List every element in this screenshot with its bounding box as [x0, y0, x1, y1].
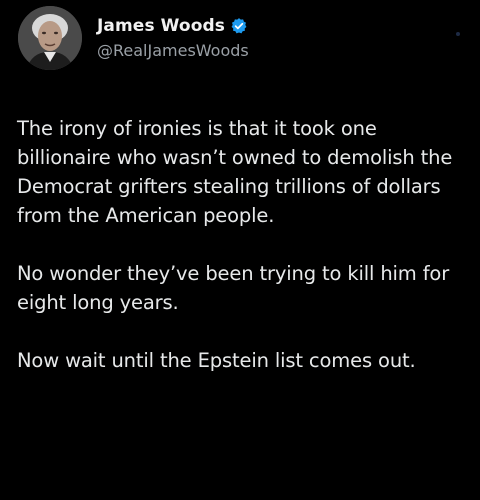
handle[interactable]: @RealJamesWoods [97, 41, 249, 60]
author-names: James Woods @RealJamesWoods [97, 13, 249, 60]
display-name[interactable]: James Woods [97, 16, 225, 36]
tweet-text: The irony of ironies is that it took one… [17, 114, 472, 375]
menu-dot-icon [456, 32, 460, 36]
tweet-header: James Woods @RealJamesWoods [18, 6, 249, 70]
verified-badge-icon [230, 17, 248, 35]
tweet-paragraph-1: The irony of ironies is that it took one… [17, 117, 453, 227]
tweet-paragraph-3: Now wait until the Epstein list comes ou… [17, 349, 416, 372]
display-name-row: James Woods [97, 13, 249, 39]
tweet-card: James Woods @RealJamesWoods The irony of… [0, 0, 480, 500]
tweet-paragraph-2: No wonder they’ve been trying to kill hi… [17, 262, 450, 314]
avatar[interactable] [18, 6, 82, 70]
profile-photo-icon [18, 6, 82, 70]
